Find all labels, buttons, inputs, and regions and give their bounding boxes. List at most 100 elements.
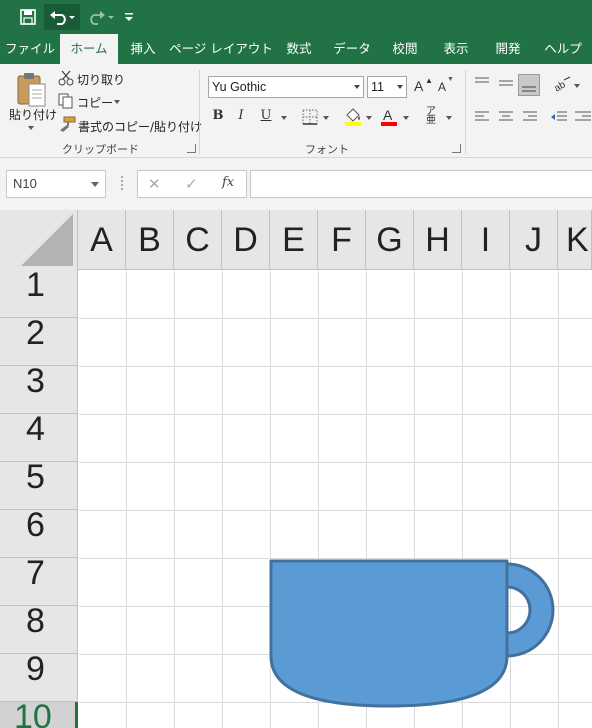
redo-icon[interactable] bbox=[84, 4, 118, 30]
tab-review[interactable]: 校閲 bbox=[380, 34, 430, 64]
copy-button[interactable]: コピー bbox=[77, 94, 113, 111]
copy-dropdown-caret[interactable] bbox=[114, 100, 120, 104]
fill-color-icon[interactable] bbox=[344, 107, 362, 127]
tab-formulas[interactable]: 数式 bbox=[274, 34, 324, 64]
column-header-i[interactable]: I bbox=[462, 210, 510, 270]
tab-view[interactable]: 表示 bbox=[430, 34, 482, 64]
font-dialog-launcher-icon[interactable] bbox=[452, 144, 461, 153]
font-name-value: Yu Gothic bbox=[212, 80, 267, 94]
column-header-g[interactable]: G bbox=[366, 210, 414, 270]
increase-indent-icon[interactable] bbox=[574, 110, 592, 124]
chevron-down-icon bbox=[91, 182, 99, 187]
align-right-icon[interactable] bbox=[522, 110, 538, 124]
underline-button[interactable]: U bbox=[258, 108, 274, 123]
column-header-d[interactable]: D bbox=[222, 210, 270, 270]
tab-home[interactable]: ホーム bbox=[60, 34, 118, 64]
select-all-button[interactable] bbox=[0, 210, 78, 270]
decrease-indent-icon[interactable] bbox=[550, 110, 568, 124]
ribbon-tabs: ファイル ホーム 挿入 ページ レイアウト 数式 データ 校閲 表示 開発 ヘル… bbox=[0, 34, 592, 64]
align-middle-icon[interactable] bbox=[498, 76, 514, 90]
font-name-select[interactable]: Yu Gothic bbox=[208, 76, 364, 98]
column-header-j[interactable]: J bbox=[510, 210, 558, 270]
copy-icon bbox=[58, 93, 74, 109]
align-center-icon[interactable] bbox=[498, 110, 514, 124]
font-color-icon[interactable]: A bbox=[380, 106, 398, 128]
tab-insert[interactable]: 挿入 bbox=[118, 34, 168, 64]
format-painter-icon bbox=[58, 116, 76, 132]
column-header-e[interactable]: E bbox=[270, 210, 318, 270]
increase-font-size-icon[interactable]: A ▲ bbox=[414, 76, 433, 96]
phonetic-guide-icon[interactable]: ア亜 bbox=[426, 107, 442, 127]
font-size-value: 11 bbox=[371, 80, 384, 94]
paste-dropdown-caret[interactable] bbox=[28, 126, 34, 130]
column-header-h[interactable]: H bbox=[414, 210, 462, 270]
underline-dropdown-caret[interactable] bbox=[281, 116, 287, 120]
paste-label[interactable]: 貼り付け bbox=[9, 106, 57, 123]
row-header-7[interactable]: 7 bbox=[0, 556, 78, 606]
tab-file[interactable]: ファイル bbox=[0, 34, 60, 64]
insert-function-icon[interactable]: fx bbox=[222, 175, 234, 190]
select-all-triangle-icon bbox=[21, 214, 73, 266]
formula-bar-splitter[interactable] bbox=[121, 176, 123, 190]
column-header-c[interactable]: C bbox=[174, 210, 222, 270]
align-bottom-icon[interactable] bbox=[518, 74, 540, 96]
cut-button[interactable]: 切り取り bbox=[77, 71, 125, 88]
undo-icon[interactable] bbox=[44, 4, 80, 30]
tab-help[interactable]: ヘルプ bbox=[534, 34, 592, 64]
column-header-k[interactable]: K bbox=[558, 210, 592, 270]
scissors-icon bbox=[58, 70, 74, 86]
borders-icon[interactable] bbox=[302, 109, 318, 125]
row-header-3[interactable]: 3 bbox=[0, 364, 78, 414]
bold-button[interactable]: B bbox=[210, 108, 226, 123]
column-header-f[interactable]: F bbox=[318, 210, 366, 270]
quick-access-toolbar bbox=[0, 0, 592, 34]
enter-icon[interactable]: ✓ bbox=[185, 175, 198, 193]
font-group-label: フォント bbox=[305, 143, 349, 156]
column-header-a[interactable]: A bbox=[78, 210, 126, 270]
name-box-value: N10 bbox=[13, 176, 37, 191]
chevron-down-icon bbox=[354, 85, 360, 89]
decrease-font-size-icon[interactable]: A ▼ bbox=[438, 76, 454, 98]
row-header-5[interactable]: 5 bbox=[0, 460, 78, 510]
row-headers: 1 2 3 4 5 6 7 8 9 10 bbox=[0, 268, 78, 728]
row-header-9[interactable]: 9 bbox=[0, 652, 78, 702]
fill-color-dropdown-caret[interactable] bbox=[366, 116, 372, 120]
column-headers: A B C D E F G H I J K bbox=[0, 210, 592, 270]
clipboard-dialog-launcher-icon[interactable] bbox=[187, 144, 196, 153]
format-painter-button[interactable]: 書式のコピー/貼り付け bbox=[78, 118, 202, 135]
orientation-dropdown-caret[interactable] bbox=[574, 84, 580, 88]
formula-buttons: ✕ ✓ fx bbox=[137, 170, 247, 198]
font-size-select[interactable]: 11 bbox=[367, 76, 407, 98]
row-header-8[interactable]: 8 bbox=[0, 604, 78, 654]
phonetic-dropdown-caret[interactable] bbox=[446, 116, 452, 120]
orientation-icon[interactable]: ab bbox=[552, 76, 572, 94]
ribbon: 貼り付け 切り取り コピー 書式のコピー/貼り付け クリップボード Yu Got… bbox=[0, 64, 592, 158]
tab-page-layout[interactable]: ページ レイアウト bbox=[168, 34, 274, 64]
align-top-icon[interactable] bbox=[474, 76, 490, 90]
paste-icon[interactable] bbox=[14, 70, 48, 110]
group-divider bbox=[465, 70, 466, 154]
formula-input[interactable] bbox=[250, 170, 592, 198]
tab-data[interactable]: データ bbox=[324, 34, 380, 64]
cup-shape[interactable] bbox=[79, 271, 592, 728]
borders-dropdown-caret[interactable] bbox=[323, 116, 329, 120]
clipboard-group-label: クリップボード bbox=[62, 143, 139, 156]
font-color-dropdown-caret[interactable] bbox=[403, 116, 409, 120]
worksheet-grid: A B C D E F G H I J K 1 2 3 4 5 6 7 8 9 … bbox=[0, 210, 592, 728]
align-left-icon[interactable] bbox=[474, 110, 490, 124]
row-header-2[interactable]: 2 bbox=[0, 316, 78, 366]
save-icon[interactable] bbox=[14, 4, 42, 30]
italic-button[interactable]: I bbox=[233, 108, 249, 123]
chevron-down-icon bbox=[397, 85, 403, 89]
column-header-b[interactable]: B bbox=[126, 210, 174, 270]
cancel-icon[interactable]: ✕ bbox=[148, 175, 161, 193]
row-header-10[interactable]: 10 bbox=[0, 700, 78, 728]
row-header-1[interactable]: 1 bbox=[0, 268, 78, 318]
customize-qat-icon[interactable] bbox=[122, 4, 136, 30]
name-box[interactable]: N10 bbox=[6, 170, 106, 198]
svg-text:A: A bbox=[383, 107, 393, 123]
row-header-6[interactable]: 6 bbox=[0, 508, 78, 558]
cell-area[interactable] bbox=[79, 271, 592, 728]
tab-developer[interactable]: 開発 bbox=[482, 34, 534, 64]
row-header-4[interactable]: 4 bbox=[0, 412, 78, 462]
